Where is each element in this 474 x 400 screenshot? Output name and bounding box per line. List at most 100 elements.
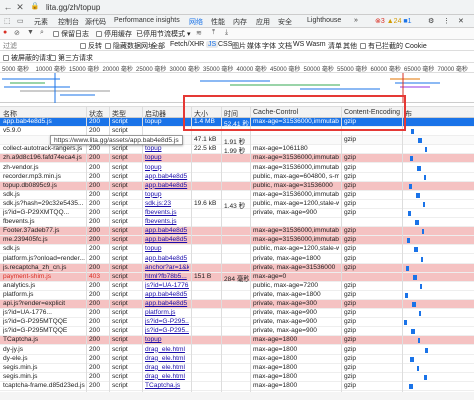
- tab-elements[interactable]: 元素: [34, 17, 48, 27]
- cell-type: script: [112, 363, 128, 371]
- error-counters[interactable]: ⊗3 ▲24 ■1: [375, 17, 412, 25]
- filter-media[interactable]: 媒体: [247, 41, 261, 51]
- search-icon[interactable]: ⌕: [40, 29, 44, 37]
- filter-ws[interactable]: WS: [293, 41, 304, 48]
- cell-status: 200: [89, 381, 101, 389]
- tab-application[interactable]: 应用: [256, 17, 270, 27]
- throttle-select[interactable]: 已停用节流模式 ▾: [136, 29, 190, 39]
- url-text[interactable]: lita.gg/zh/topup: [46, 3, 100, 12]
- cell-initiator: app.bab4e8d5: [145, 300, 188, 307]
- cell-content-encoding: gzip: [344, 190, 357, 198]
- filter-doc[interactable]: 文档: [278, 41, 292, 51]
- inspect-icon[interactable]: ⬚: [4, 17, 11, 25]
- settings-icon[interactable]: ⚙: [428, 17, 434, 25]
- cell-name: segis.min.js: [3, 372, 38, 380]
- tab-sources[interactable]: 源代码: [85, 17, 106, 27]
- cell-cache-control: max-age=1800: [253, 345, 298, 353]
- filter-js[interactable]: JS: [206, 41, 219, 48]
- cell-type: script: [112, 209, 128, 216]
- column-divider: [109, 106, 110, 400]
- cell-type: script: [112, 309, 128, 317]
- cell-type: script: [112, 336, 128, 344]
- back-icon[interactable]: ←: [3, 2, 13, 12]
- cell-initiator: js?id=G-P295...: [145, 318, 189, 326]
- clear-icon[interactable]: ⊘: [14, 29, 20, 37]
- column-divider: [250, 106, 251, 400]
- cell-type: script: [112, 354, 128, 362]
- filter-font[interactable]: 字体: [262, 41, 276, 51]
- cell-status: 200: [89, 236, 101, 244]
- tab-performance[interactable]: 性能: [211, 17, 225, 27]
- tab-security[interactable]: 安全: [278, 17, 292, 27]
- waterfall-bar: [415, 220, 419, 226]
- hide-data-urls-checkbox[interactable]: 隐藏数据网址: [105, 41, 155, 51]
- close-devtools-icon[interactable]: ✕: [458, 17, 464, 25]
- cell-status: 200: [89, 336, 101, 344]
- preserve-log-checkbox[interactable]: 保留日志: [53, 29, 89, 39]
- waterfall-bar: [409, 183, 412, 189]
- cell-cache-control: public, max-age=7200: [253, 281, 319, 289]
- waterfall-bar: [418, 138, 422, 144]
- cell-cache-control: private, max-age=900: [253, 209, 317, 216]
- cell-content-encoding: gzip: [344, 181, 357, 189]
- cell-type: script: [112, 199, 128, 207]
- blocked-cookies-checkbox[interactable]: 有已拦截的 Cookie: [360, 41, 427, 51]
- filter-icon[interactable]: ▼: [27, 29, 34, 36]
- cell-content-encoding: gzip: [344, 372, 357, 380]
- cell-content-encoding: gzip: [344, 336, 357, 344]
- cell-status: 200: [89, 327, 101, 335]
- cell-content-encoding: gzip: [344, 254, 357, 262]
- tab-network[interactable]: 网络: [187, 17, 205, 30]
- cell-content-encoding: gzip: [344, 318, 357, 326]
- cell-cache-control: max-age=1800: [253, 354, 298, 362]
- cell-type: script: [112, 254, 128, 262]
- record-icon[interactable]: ●: [3, 29, 7, 36]
- cell-cache-control: max-age=1800: [253, 381, 298, 389]
- filter-manifest[interactable]: 清单: [328, 41, 342, 51]
- filter-other[interactable]: 其他: [343, 41, 357, 51]
- cell-initiator: fbevents.js: [145, 209, 177, 216]
- cell-initiator: app.bab4e8d5: [145, 254, 188, 262]
- cell-name: analytics.js: [3, 281, 36, 289]
- cell-status: 200: [89, 281, 101, 289]
- invert-checkbox[interactable]: 反转: [80, 41, 102, 51]
- cell-initiator: drag_ele.html: [145, 372, 185, 380]
- tab-lighthouse[interactable]: Lighthouse: [307, 17, 341, 24]
- status-bar: [0, 392, 474, 400]
- filter-img[interactable]: 图片: [232, 41, 246, 51]
- device-icon[interactable]: ▭: [17, 17, 24, 25]
- filter-wasm[interactable]: Wasm: [306, 41, 326, 48]
- cell-type: script: [112, 163, 128, 171]
- filter-all[interactable]: 全部: [151, 41, 165, 51]
- export-icon[interactable]: ⤓: [225, 29, 228, 37]
- filter-input[interactable]: 过滤: [3, 41, 17, 51]
- cell-content-encoding: gzip: [344, 300, 357, 307]
- cell-name: js?id=G-P295MTQQE: [3, 318, 68, 326]
- cell-type: script: [112, 118, 128, 125]
- tab-performance-insights[interactable]: Performance insights: [114, 17, 180, 24]
- cell-name: fbevents.js: [3, 218, 35, 226]
- cell-content-encoding: gzip: [344, 209, 357, 216]
- third-party-checkbox[interactable]: 第三方请求: [50, 53, 93, 63]
- tab-memory[interactable]: 内存: [233, 17, 247, 27]
- cell-name: js.recaptcha_zh_cn.js: [3, 263, 67, 271]
- filter-fetch-xhr[interactable]: Fetch/XHR: [170, 41, 204, 48]
- filter-css[interactable]: CSS: [218, 41, 232, 48]
- cell-name: app.bab4e8d5.js: [3, 118, 52, 125]
- more-menu-icon[interactable]: ⋮: [443, 17, 450, 25]
- blocked-requests-checkbox[interactable]: 被屏蔽的请求: [3, 53, 53, 63]
- cell-initiator: app.bab4e8d5: [145, 290, 188, 298]
- reload-icon[interactable]: ✕: [15, 2, 25, 12]
- disable-cache-checkbox[interactable]: 停用缓存: [96, 29, 132, 39]
- tab-console[interactable]: 控制台: [58, 17, 79, 27]
- cell-name: segis.min.js: [3, 363, 38, 371]
- import-icon[interactable]: ⤒: [212, 29, 215, 37]
- cell-type: script: [112, 381, 128, 389]
- cell-cache-control: max-age=1800: [253, 372, 298, 380]
- column-divider: [142, 106, 143, 400]
- cell-content-encoding: gzip: [344, 172, 357, 180]
- cell-status: 200: [89, 199, 101, 207]
- wifi-icon[interactable]: ≋: [196, 29, 202, 37]
- cell-status: 200: [89, 245, 101, 253]
- more-tabs-icon[interactable]: »: [354, 17, 358, 24]
